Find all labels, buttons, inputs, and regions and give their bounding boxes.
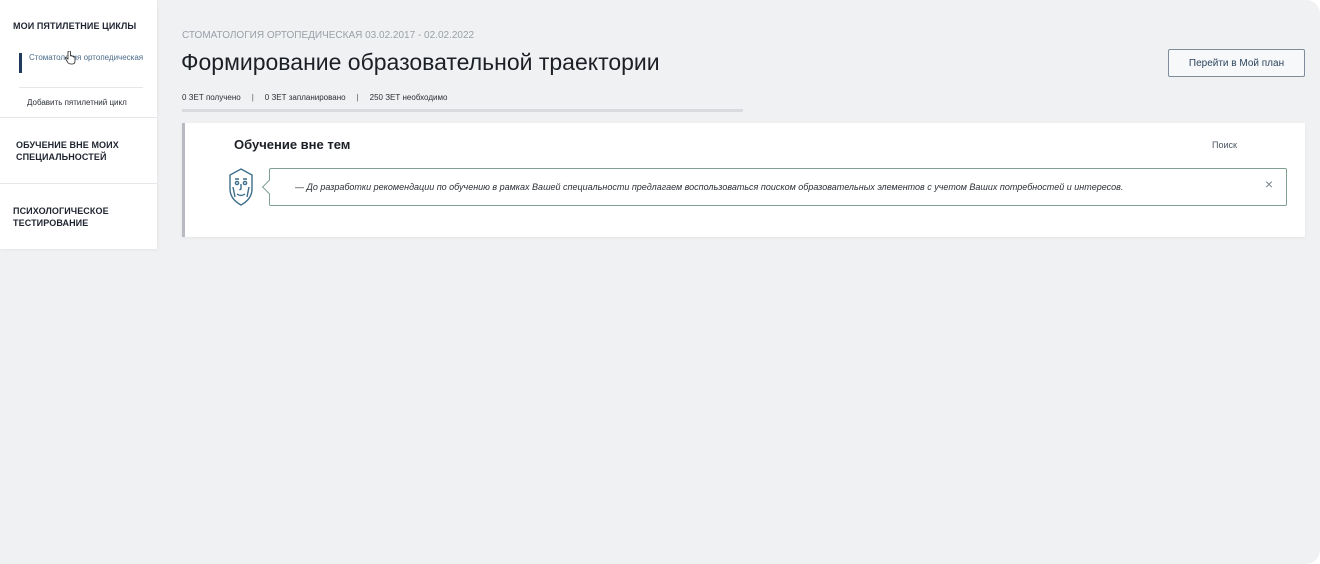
sidebar-section-outside[interactable]: ОБУЧЕНИЕ ВНЕ МОИХ СПЕЦИАЛЬНОСТЕЙ bbox=[0, 118, 157, 184]
assistant-message: — До разработки рекомендации по обучению… bbox=[269, 168, 1287, 206]
stat-received: 0 ЗЕТ получено bbox=[182, 93, 241, 102]
add-cycle-link[interactable]: Добавить пятилетний цикл bbox=[27, 98, 127, 107]
card-title: Обучение вне тем bbox=[234, 137, 351, 152]
assistant-face-icon bbox=[229, 168, 253, 206]
outside-topics-card: Обучение вне тем Поиск — До разработки р… bbox=[182, 123, 1305, 237]
sidebar-item-psych-testing[interactable]: ПСИХОЛОГИЧЕСКОЕ ТЕСТИРОВАНИЕ bbox=[13, 205, 138, 229]
page-title: Формирование образовательной траектории bbox=[181, 49, 660, 75]
stat-planned: 0 ЗЕТ запланировано bbox=[264, 93, 346, 102]
message-text: — До разработки рекомендации по обучению… bbox=[295, 182, 1124, 192]
stat-separator: | bbox=[356, 93, 359, 102]
stat-separator: | bbox=[251, 93, 254, 102]
sidebar-section-cycles: МОИ ПЯТИЛЕТНИЕ ЦИКЛЫ Стоматология ортопе… bbox=[0, 0, 157, 118]
close-icon[interactable]: × bbox=[1262, 177, 1276, 191]
sidebar-section-psych[interactable]: ПСИХОЛОГИЧЕСКОЕ ТЕСТИРОВАНИЕ bbox=[0, 184, 157, 249]
credits-stats: 0 ЗЕТ получено | 0 ЗЕТ запланировано | 2… bbox=[182, 93, 447, 102]
credits-progress-bar bbox=[182, 109, 743, 112]
app-frame: МОИ ПЯТИЛЕТНИЕ ЦИКЛЫ Стоматология ортопе… bbox=[0, 0, 1320, 564]
search-link[interactable]: Поиск bbox=[1212, 140, 1237, 150]
stat-required: 250 ЗЕТ необходимо bbox=[369, 93, 448, 102]
sidebar-heading-my-cycles[interactable]: МОИ ПЯТИЛЕТНИЕ ЦИКЛЫ bbox=[13, 20, 136, 32]
sidebar-item-cycle[interactable]: Стоматология ортопедическая bbox=[19, 53, 143, 73]
sidebar-item-outside-specialties[interactable]: ОБУЧЕНИЕ ВНЕ МОИХ СПЕЦИАЛЬНОСТЕЙ bbox=[16, 139, 141, 163]
sidebar-divider bbox=[19, 87, 143, 88]
go-to-my-plan-button[interactable]: Перейти в Мой план bbox=[1168, 49, 1305, 77]
breadcrumb: СТОМАТОЛОГИЯ ОРТОПЕДИЧЕСКАЯ 03.02.2017 -… bbox=[182, 30, 475, 41]
hand-cursor-icon bbox=[64, 51, 76, 65]
sidebar: МОИ ПЯТИЛЕТНИЕ ЦИКЛЫ Стоматология ортопе… bbox=[0, 0, 157, 249]
